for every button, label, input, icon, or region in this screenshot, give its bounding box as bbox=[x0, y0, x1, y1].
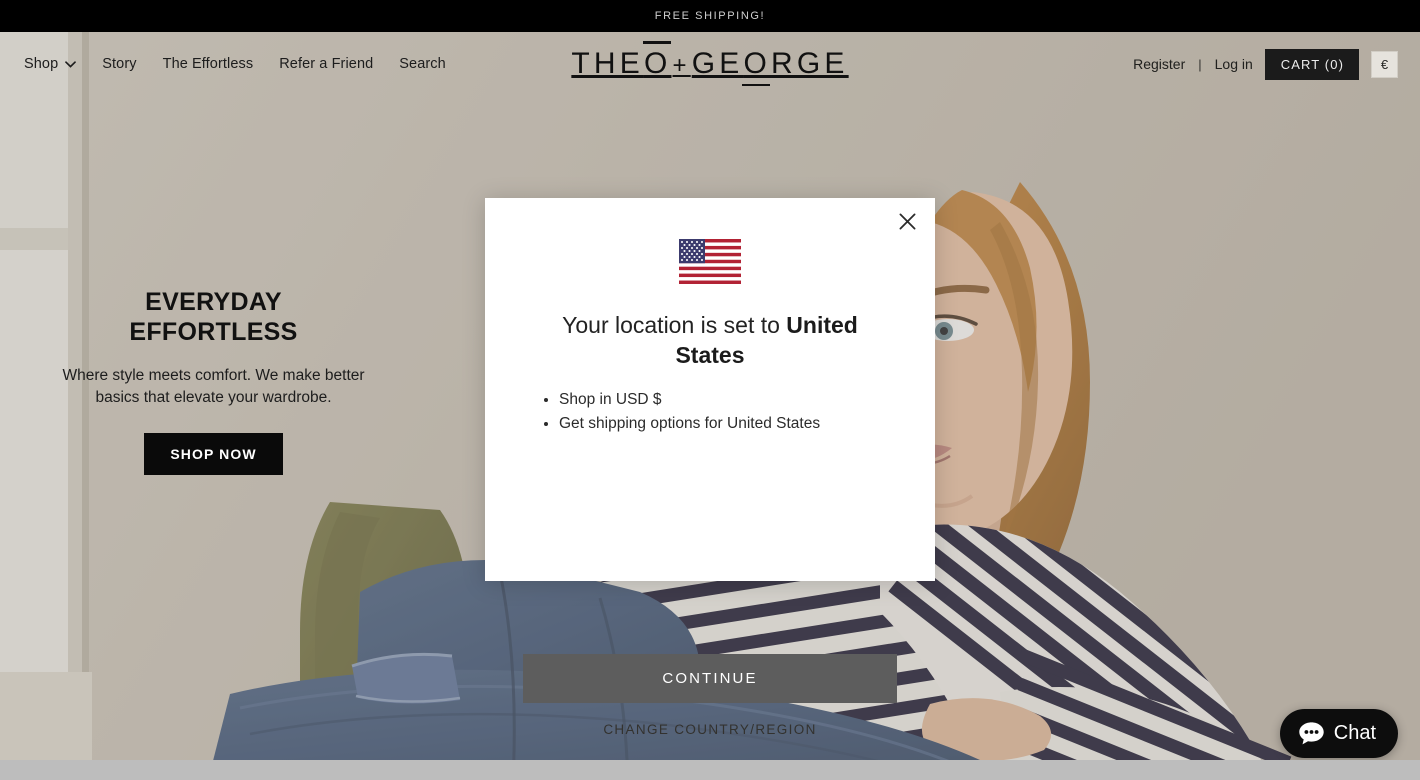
nav-item-shop-label: Shop bbox=[24, 55, 59, 72]
modal-close-button[interactable] bbox=[893, 207, 921, 235]
location-modal: Your location is set to United States Sh… bbox=[485, 198, 935, 737]
nav-item-search[interactable]: Search bbox=[399, 57, 446, 72]
nav-item-the-effortless[interactable]: The Effortless bbox=[163, 57, 254, 72]
chevron-down-icon bbox=[65, 60, 77, 68]
close-icon bbox=[899, 213, 915, 229]
logo-overline-o: O bbox=[642, 41, 672, 80]
chat-widget-label: Chat bbox=[1333, 722, 1376, 744]
list-item: Shop in USD $ bbox=[559, 388, 895, 412]
hero-title: EVERYDAY EFFORTLESS bbox=[129, 288, 298, 346]
hero-content: EVERYDAY EFFORTLESS Where style meets co… bbox=[62, 288, 365, 475]
modal-title: Your location is set to United States bbox=[527, 311, 893, 370]
announcement-bar: FREE SHIPPING! bbox=[0, 0, 1420, 32]
nav-item-refer-a-friend[interactable]: Refer a Friend bbox=[279, 57, 373, 72]
country-flag bbox=[485, 239, 935, 284]
modal-title-prefix: Your location is set to bbox=[562, 312, 787, 338]
logo-underline-o: O bbox=[742, 47, 772, 86]
account-navigation: Register | Log in CART (0) € bbox=[1133, 48, 1420, 80]
logo-part-2-pre: GE bbox=[691, 47, 744, 80]
shop-now-button[interactable]: SHOP NOW bbox=[144, 433, 283, 475]
site-header: Shop Story The Effortless Refer a Friend… bbox=[0, 32, 1420, 96]
chat-widget-button[interactable]: Chat bbox=[1279, 709, 1398, 758]
site-logo[interactable]: THE O + GE O RGE bbox=[571, 41, 849, 86]
modal-benefits-list: Shop in USD $ Get shipping options for U… bbox=[541, 388, 895, 435]
hero-subtitle: Where style meets comfort. We make bette… bbox=[62, 367, 365, 406]
logo-part-1: THE bbox=[571, 47, 644, 80]
login-link[interactable]: Log in bbox=[1215, 56, 1253, 72]
nav-item-story[interactable]: Story bbox=[102, 57, 136, 72]
primary-navigation: Shop Story The Effortless Refer a Friend… bbox=[0, 57, 446, 72]
cart-button[interactable]: CART (0) bbox=[1264, 48, 1359, 80]
logo-part-2-post: RGE bbox=[771, 47, 849, 80]
register-link[interactable]: Register bbox=[1133, 56, 1185, 72]
logo-plus: + bbox=[672, 52, 691, 79]
nav-item-shop[interactable]: Shop bbox=[24, 55, 77, 72]
currency-selector[interactable]: € bbox=[1371, 50, 1398, 78]
announcement-text: FREE SHIPPING! bbox=[654, 10, 766, 22]
page-root: FREE SHIPPING! Shop Story The Effortless… bbox=[0, 0, 1420, 780]
continue-button[interactable]: CONTINUE bbox=[523, 654, 897, 703]
page-bottom-strip bbox=[0, 760, 1420, 780]
account-separator: | bbox=[1198, 56, 1202, 72]
us-flag-icon bbox=[679, 239, 741, 284]
change-country-region-button[interactable]: CHANGE COUNTRY/REGION bbox=[485, 722, 935, 737]
list-item: Get shipping options for United States bbox=[559, 412, 895, 436]
chat-bubble-icon bbox=[1299, 722, 1324, 745]
